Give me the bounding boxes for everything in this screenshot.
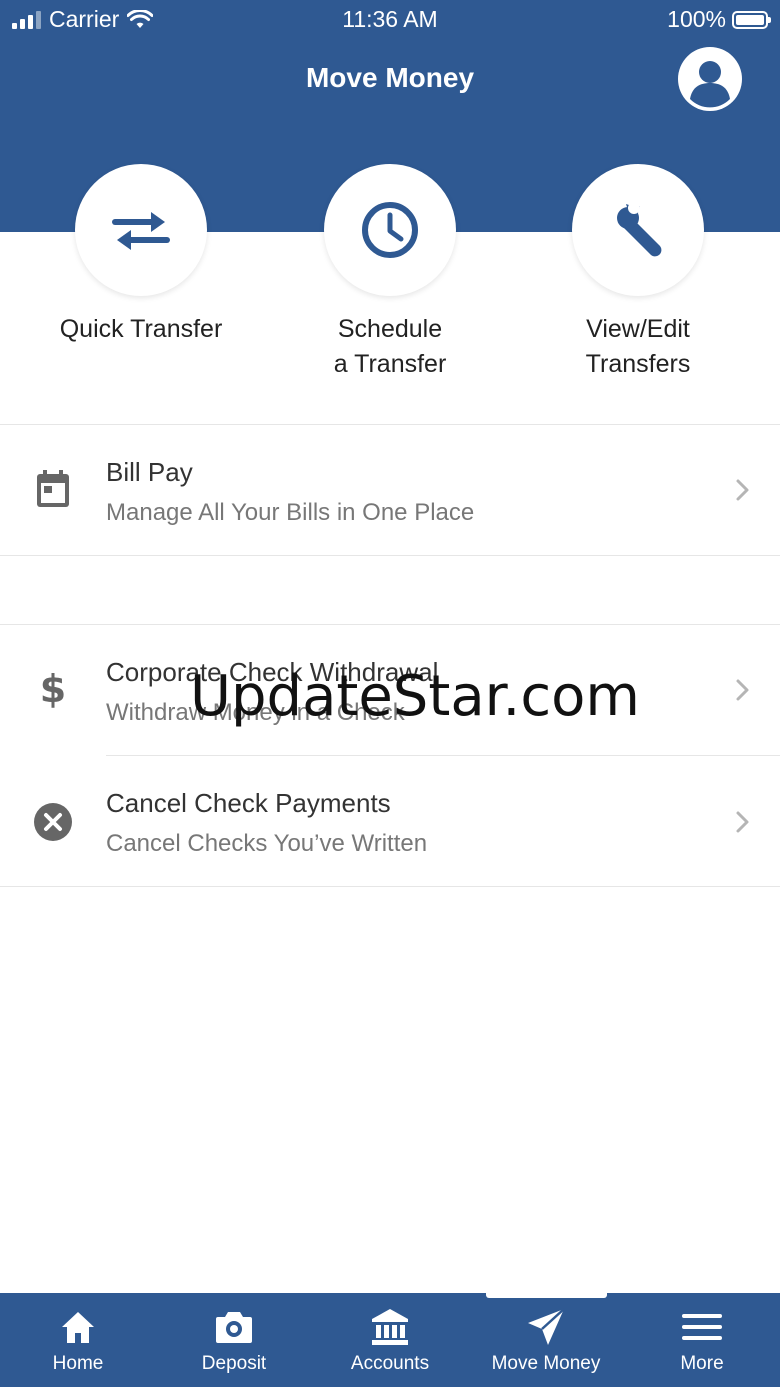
cancel-circle-icon [33, 802, 73, 842]
list-item-bill-pay[interactable]: Bill Pay Manage All Your Bills in One Pl… [0, 425, 780, 555]
divider [0, 886, 780, 887]
status-time: 11:36 AM [342, 6, 438, 32]
schedule-transfer-button[interactable]: Schedule a Transfer [270, 164, 510, 382]
page-title: Move Money [305, 62, 475, 93]
battery-percent: 100% [667, 6, 726, 32]
list-item-title: Corporate Check Withdrawal [106, 657, 439, 687]
schedule-transfer-label: Schedule a Transfer [333, 315, 447, 378]
swap-arrows-icon [112, 212, 170, 250]
list-item-subtitle: Cancel Checks You’ve Written [106, 830, 428, 857]
list-item-title: Cancel Check Payments [106, 788, 391, 818]
home-icon [62, 1312, 94, 1343]
dollar-icon: $ [39, 667, 67, 711]
quick-transfer-button[interactable]: Quick Transfer [21, 164, 261, 347]
clock-icon [362, 202, 418, 258]
chevron-right-icon [736, 479, 749, 501]
status-bar: Carrier 11:36 AM 100% [0, 0, 780, 40]
user-circle-icon[interactable] [678, 47, 742, 111]
tab-home[interactable]: Home [0, 1293, 156, 1387]
tab-accounts[interactable]: Accounts [312, 1293, 468, 1387]
calendar-icon [33, 469, 73, 509]
chevron-right-icon [736, 811, 749, 833]
list-item-subtitle: Manage All Your Bills in One Place [106, 499, 475, 526]
tab-more[interactable]: More [624, 1293, 780, 1387]
wrench-icon [617, 202, 662, 257]
quick-transfer-label: Quick Transfer [59, 315, 223, 343]
list-item-title: Bill Pay [106, 457, 193, 487]
tab-deposit[interactable]: Deposit [156, 1293, 312, 1387]
tab-move-money[interactable]: Move Money [468, 1293, 624, 1387]
battery-icon [732, 10, 771, 29]
bank-icon [372, 1309, 408, 1345]
paper-plane-icon [528, 1308, 565, 1345]
list-item-subtitle: Withdraw Money in a Check [106, 699, 405, 726]
divider [0, 555, 780, 556]
list-item-corporate-check[interactable]: $ Corporate Check Withdrawal Withdraw Mo… [0, 625, 780, 755]
list-item-cancel-check[interactable]: Cancel Check Payments Cancel Checks You’… [0, 756, 780, 886]
chevron-right-icon [736, 679, 749, 701]
menu-icon [682, 1314, 722, 1340]
view-edit-transfers-button[interactable]: View/Edit Transfers [518, 164, 758, 382]
view-edit-transfers-label: View/Edit Transfers [585, 315, 691, 378]
camera-icon [216, 1312, 252, 1343]
